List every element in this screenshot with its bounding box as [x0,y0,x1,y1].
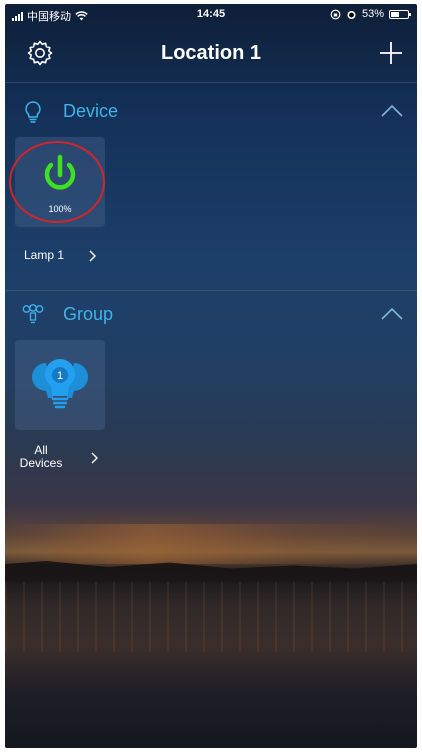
status-bar: 中国移动 14:45 53% [5,4,417,26]
chevron-up-icon[interactable] [381,307,403,321]
background-horizon-glow [5,524,417,564]
battery-level [391,11,399,17]
chevron-right-icon[interactable] [89,250,97,262]
group-bulbs-icon [22,304,44,324]
chevron-up-icon[interactable] [381,104,403,118]
device-section-title: Device [63,101,119,121]
background-water-reflection [5,582,417,652]
nav-bar: Location 1 [5,26,417,80]
group-label-line2: Devices [19,456,63,470]
section-divider [5,290,417,291]
plus-icon[interactable] [377,39,405,67]
page-title: Location 1 [160,42,261,64]
group-section-title: Group [63,304,114,324]
battery-percent: 53% [361,8,384,20]
group-section-header[interactable]: Group [5,295,417,335]
group-count: 1 [57,370,63,382]
lightbulb-group-icon: 1 [32,359,88,409]
device-section-header[interactable]: Device [5,92,417,132]
alarm-icon [347,10,356,19]
group-tile-all-devices[interactable]: 1 [15,340,105,430]
highlight-ring-annotation [9,141,105,223]
nav-divider [5,82,417,83]
battery-icon [389,9,411,19]
lightbulb-outline-icon [25,101,41,123]
status-right: 53% [330,8,411,20]
group-label-all-devices[interactable]: All Devices [19,444,63,470]
app-screen: 中国移动 14:45 53% Location 1 Device 100% La… [5,4,417,748]
device-label-lamp-1[interactable]: Lamp 1 [24,248,64,262]
orientation-lock-icon [330,9,341,19]
chevron-right-icon[interactable] [91,452,99,464]
